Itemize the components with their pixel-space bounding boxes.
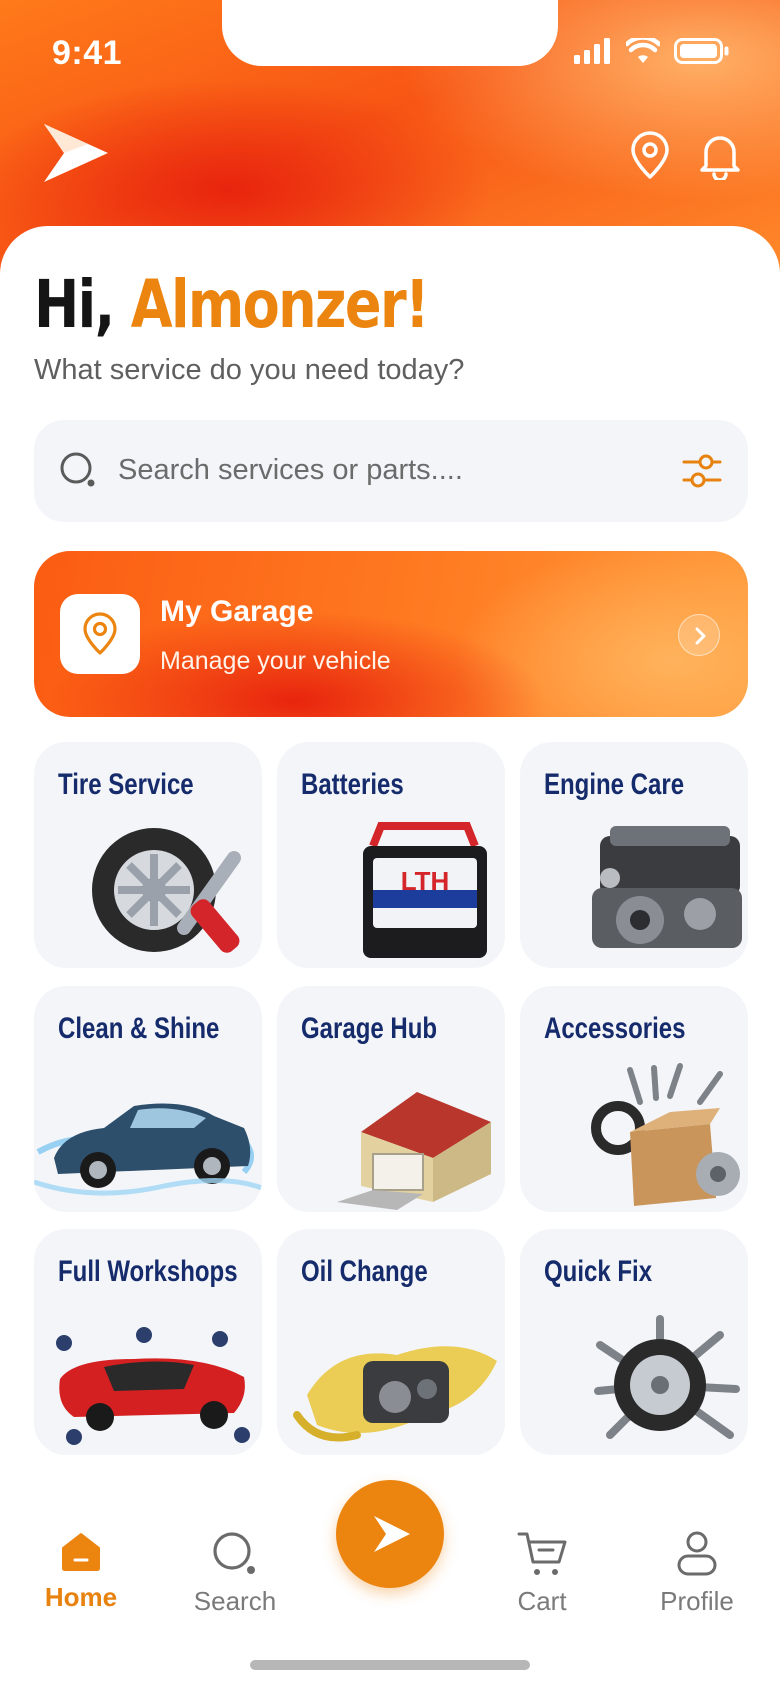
nav-profile[interactable]: Profile <box>632 1530 762 1640</box>
my-garage-card[interactable]: My Garage Manage your vehicle <box>34 551 748 717</box>
service-label: Clean & Shine <box>58 1012 220 1045</box>
nav-cart-label: Cart <box>517 1586 567 1616</box>
status-time: 9:41 <box>52 34 123 72</box>
service-tile-garage-hub[interactable]: Garage Hub <box>277 986 505 1212</box>
garage-subtitle: Manage your vehicle <box>160 647 391 675</box>
service-tile-accessories[interactable]: Accessories <box>520 986 748 1212</box>
search-placeholder: Search services or parts.... <box>118 454 463 486</box>
nav-home[interactable]: Home <box>16 1530 146 1640</box>
play-logo-icon <box>374 1516 410 1552</box>
service-tile-clean-shine[interactable]: Clean & Shine <box>34 986 262 1212</box>
service-label: Batteries <box>301 768 404 801</box>
signal-icon <box>574 38 610 64</box>
nav-cart[interactable]: Cart <box>477 1530 607 1640</box>
garage-icon-box <box>60 594 140 674</box>
car-wash-image <box>34 1103 262 1196</box>
oil-engine-image <box>293 1346 497 1442</box>
greeting-prefix: Hi, <box>34 266 115 343</box>
garage-arrow-button[interactable] <box>678 614 720 656</box>
tire-wrench-image <box>92 828 241 953</box>
service-tile-engine[interactable]: Engine Care <box>520 742 748 968</box>
user-profile-icon <box>677 1531 717 1576</box>
service-label: Tire Service <box>58 768 194 801</box>
service-label: Full Workshops <box>58 1255 238 1288</box>
engine-image <box>592 826 742 948</box>
nav-search-label: Search <box>193 1586 277 1616</box>
service-label: Engine Care <box>544 768 685 801</box>
wifi-icon <box>626 38 660 63</box>
garage-house-image <box>337 1092 491 1210</box>
home-icon <box>62 1533 100 1571</box>
service-tile-tire[interactable]: Tire Service <box>34 742 262 968</box>
service-label: Oil Change <box>301 1255 428 1288</box>
device-notch <box>222 0 558 66</box>
workshop-car-image <box>56 1327 250 1445</box>
service-tile-full-workshops[interactable]: Full Workshops <box>34 1229 262 1455</box>
battery-status-icon <box>674 38 729 64</box>
service-tile-quick-fix[interactable]: Quick Fix <box>520 1229 748 1455</box>
svg-text:LTH: LTH <box>401 866 450 896</box>
search-input[interactable]: Search services or parts.... <box>34 420 748 522</box>
home-indicator <box>250 1660 530 1670</box>
nav-home-label: Home <box>44 1582 118 1612</box>
service-label: Accessories <box>544 1012 686 1045</box>
service-tile-batteries[interactable]: Batteries LTH <box>277 742 505 968</box>
location-pin-icon <box>83 612 117 655</box>
chevron-right-icon <box>695 627 706 645</box>
battery-image: LTH <box>363 822 487 958</box>
service-label: Garage Hub <box>301 1012 438 1045</box>
service-tile-oil-change[interactable]: Oil Change <box>277 1229 505 1455</box>
center-action-button[interactable] <box>336 1480 444 1588</box>
nav-profile-label: Profile <box>660 1586 734 1616</box>
nav-search[interactable]: Search <box>170 1530 300 1640</box>
parts-box-image <box>591 1063 740 1206</box>
service-label: Quick Fix <box>544 1255 653 1288</box>
greeting-heading: Hi, Almonzer! <box>34 266 430 343</box>
greeting-subtitle: What service do you need today? <box>34 354 465 386</box>
garage-title: My Garage <box>160 595 314 628</box>
user-name: Almonzer! <box>130 266 430 343</box>
filter-sliders-icon[interactable] <box>680 450 724 492</box>
play-logo-icon[interactable] <box>40 120 112 186</box>
main-content: Hi, Almonzer! What service do you need t… <box>0 226 780 1689</box>
bell-icon[interactable] <box>698 130 742 180</box>
cart-icon <box>517 1532 567 1575</box>
search-icon <box>60 452 95 487</box>
wheel-parts-image <box>594 1315 740 1439</box>
location-pin-icon[interactable] <box>628 130 672 180</box>
search-icon <box>213 1532 255 1574</box>
status-icons <box>574 38 730 64</box>
